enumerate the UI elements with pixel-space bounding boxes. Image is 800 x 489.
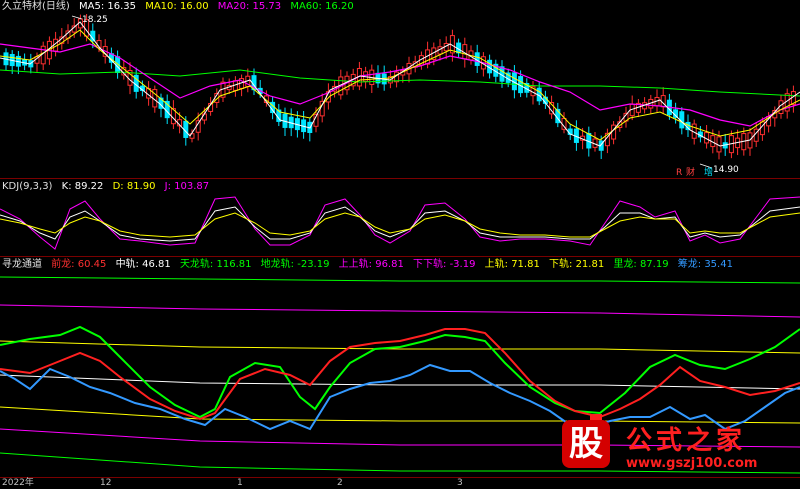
gu-logo-icon: 股 <box>562 420 610 468</box>
marker-cai[interactable]: 财 <box>686 166 695 178</box>
watermark-url: www.gszj100.com <box>626 456 758 471</box>
marker-zeng[interactable]: 增 <box>704 166 713 178</box>
kline-chart[interactable]: 18.25 14.90 R 财 增 <box>0 0 800 178</box>
x-axis-label: 2 <box>337 478 343 488</box>
candle-body <box>195 120 201 133</box>
x-axis-label: 12 <box>100 478 112 488</box>
kdj-panel[interactable]: KDJ(9,3,3) K: 89.22 D: 81.90 J: 103.87 <box>0 179 800 256</box>
x-axis-label: 1 <box>237 478 243 488</box>
qianlong-line <box>0 328 800 421</box>
x-axis-label: 3 <box>457 478 463 488</box>
marker-r: R <box>676 168 682 178</box>
kdj-chart[interactable] <box>0 179 800 256</box>
watermark: 股 公式之家 www.gszj100.com <box>556 418 800 480</box>
low-price-label: 14.90 <box>713 165 739 175</box>
kline-panel[interactable]: 久立特材(日线) MA5: 16.35 MA10: 16.00 MA20: 15… <box>0 0 800 178</box>
tianlonggui-line <box>0 276 800 284</box>
candle-body <box>201 113 207 121</box>
x-axis-label: 2022年 <box>2 478 34 488</box>
watermark-site-name: 公式之家 <box>626 426 747 456</box>
shangshanggui-line <box>0 304 800 318</box>
high-price-label: 18.25 <box>82 15 108 25</box>
candles <box>3 14 796 160</box>
